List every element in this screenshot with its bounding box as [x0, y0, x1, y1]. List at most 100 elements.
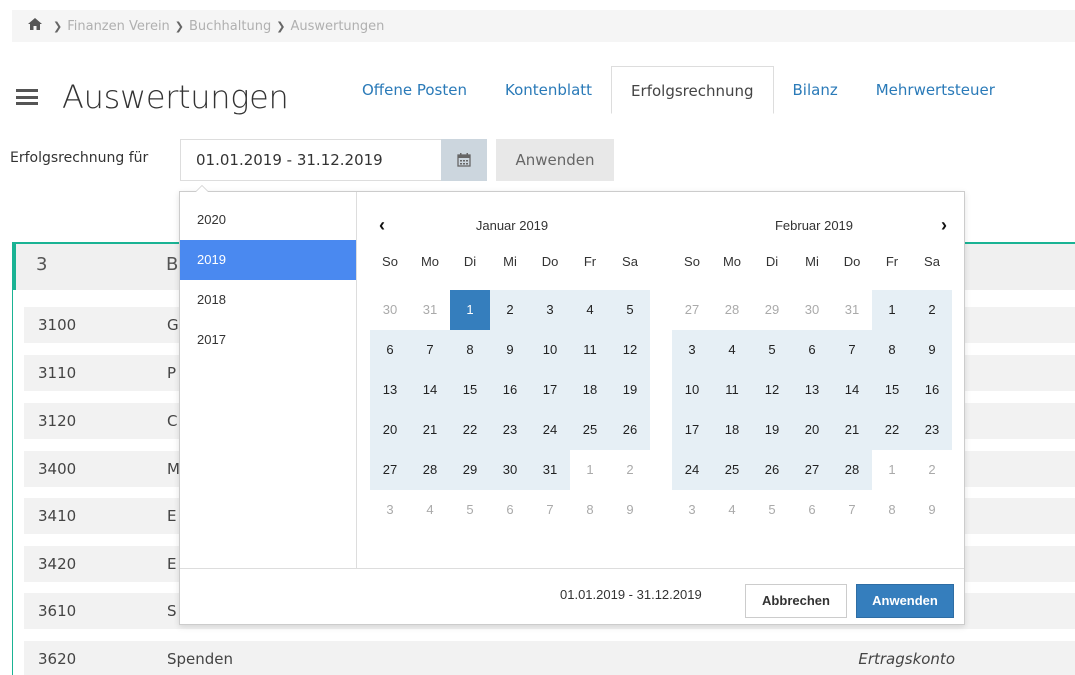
calendar-day[interactable]: 8	[570, 490, 610, 530]
calendar-day[interactable]: 3	[530, 290, 570, 330]
calendar-day[interactable]: 27	[792, 450, 832, 490]
calendar-day[interactable]: 2	[490, 290, 530, 330]
calendar-day[interactable]: 12	[610, 330, 650, 370]
range-2017[interactable]: 2017	[180, 320, 356, 360]
tab-offene-posten[interactable]: Offene Posten	[343, 66, 486, 114]
calendar-day[interactable]: 2	[610, 450, 650, 490]
breadcrumb-item-buchhaltung[interactable]: Buchhaltung	[189, 19, 271, 34]
date-range-input[interactable]: 01.01.2019 - 31.12.2019	[180, 139, 442, 181]
calendar-day[interactable]: 25	[570, 410, 610, 450]
calendar-day[interactable]: 2	[912, 290, 952, 330]
calendar-day[interactable]: 30	[370, 290, 410, 330]
calendar-day[interactable]: 1	[570, 450, 610, 490]
calendar-day[interactable]: 20	[370, 410, 410, 450]
calendar-day[interactable]: 14	[410, 370, 450, 410]
calendar-day[interactable]: 11	[570, 330, 610, 370]
calendar-day[interactable]: 8	[450, 330, 490, 370]
hamburger-menu-icon[interactable]	[16, 89, 38, 105]
calendar-day[interactable]: 4	[410, 490, 450, 530]
calendar-day[interactable]: 4	[712, 330, 752, 370]
calendar-day[interactable]: 1	[872, 450, 912, 490]
calendar-day[interactable]: 5	[752, 490, 792, 530]
calendar-day[interactable]: 13	[792, 370, 832, 410]
calendar-day[interactable]: 11	[712, 370, 752, 410]
range-2019[interactable]: 2019	[180, 240, 356, 280]
calendar-day[interactable]: 26	[610, 410, 650, 450]
calendar-day[interactable]: 9	[610, 490, 650, 530]
calendar-day[interactable]: 1	[872, 290, 912, 330]
calendar-day[interactable]: 6	[792, 330, 832, 370]
calendar-day[interactable]: 9	[912, 490, 952, 530]
range-2018[interactable]: 2018	[180, 280, 356, 320]
calendar-day[interactable]: 15	[872, 370, 912, 410]
calendar-day[interactable]: 5	[450, 490, 490, 530]
calendar-day[interactable]: 9	[912, 330, 952, 370]
calendar-day[interactable]: 7	[410, 330, 450, 370]
calendar-day[interactable]: 2	[912, 450, 952, 490]
calendar-day[interactable]: 19	[752, 410, 792, 450]
calendar-day[interactable]: 10	[530, 330, 570, 370]
calendar-day[interactable]: 3	[672, 490, 712, 530]
calendar-day[interactable]: 28	[832, 450, 872, 490]
calendar-day[interactable]: 5	[752, 330, 792, 370]
calendar-day[interactable]: 28	[712, 290, 752, 330]
calendar-day[interactable]: 31	[832, 290, 872, 330]
calendar-day[interactable]: 4	[570, 290, 610, 330]
calendar-icon[interactable]	[441, 139, 487, 181]
calendar-day[interactable]: 26	[752, 450, 792, 490]
calendar-day[interactable]: 29	[450, 450, 490, 490]
calendar-day[interactable]: 10	[672, 370, 712, 410]
calendar-day[interactable]: 6	[370, 330, 410, 370]
calendar-day[interactable]: 16	[490, 370, 530, 410]
calendar-day[interactable]: 19	[610, 370, 650, 410]
range-2020[interactable]: 2020	[180, 200, 356, 240]
calendar-day[interactable]: 24	[672, 450, 712, 490]
calendar-day[interactable]: 15	[450, 370, 490, 410]
calendar-day[interactable]: 29	[752, 290, 792, 330]
calendar-day[interactable]: 27	[672, 290, 712, 330]
tab-bilanz[interactable]: Bilanz	[774, 66, 857, 114]
apply-filter-button[interactable]: Anwenden	[496, 139, 614, 181]
tab-kontenblatt[interactable]: Kontenblatt	[486, 66, 611, 114]
calendar-day[interactable]: 23	[912, 410, 952, 450]
calendar-day[interactable]: 8	[872, 330, 912, 370]
calendar-day[interactable]: 17	[530, 370, 570, 410]
calendar-day[interactable]: 9	[490, 330, 530, 370]
calendar-day[interactable]: 18	[712, 410, 752, 450]
calendar-day[interactable]: 7	[832, 330, 872, 370]
calendar-day[interactable]: 22	[872, 410, 912, 450]
calendar-day[interactable]: 30	[490, 450, 530, 490]
calendar-day[interactable]: 21	[410, 410, 450, 450]
cancel-button[interactable]: Abbrechen	[745, 584, 847, 618]
calendar-day[interactable]: 14	[832, 370, 872, 410]
breadcrumb-item-finanzen[interactable]: Finanzen Verein	[67, 19, 170, 34]
calendar-day[interactable]: 6	[792, 490, 832, 530]
calendar-day[interactable]: 21	[832, 410, 872, 450]
calendar-day[interactable]: 5	[610, 290, 650, 330]
calendar-day[interactable]: 22	[450, 410, 490, 450]
calendar-day[interactable]: 31	[530, 450, 570, 490]
calendar-day[interactable]: 6	[490, 490, 530, 530]
table-row[interactable]: 3620 Spenden Ertragskonto	[24, 641, 1075, 675]
calendar-day[interactable]: 16	[912, 370, 952, 410]
calendar-day[interactable]: 8	[872, 490, 912, 530]
calendar-day[interactable]: 30	[792, 290, 832, 330]
calendar-day[interactable]: 1	[450, 290, 490, 330]
calendar-day[interactable]: 12	[752, 370, 792, 410]
home-icon[interactable]	[28, 18, 42, 34]
calendar-day[interactable]: 3	[370, 490, 410, 530]
calendar-day[interactable]: 28	[410, 450, 450, 490]
calendar-day[interactable]: 23	[490, 410, 530, 450]
chevron-left-icon[interactable]: ‹	[370, 210, 394, 242]
calendar-day[interactable]: 24	[530, 410, 570, 450]
calendar-day[interactable]: 25	[712, 450, 752, 490]
calendar-day[interactable]: 20	[792, 410, 832, 450]
apply-button[interactable]: Anwenden	[856, 584, 954, 618]
calendar-day[interactable]: 17	[672, 410, 712, 450]
tab-erfolgsrechnung[interactable]: Erfolgsrechnung	[611, 66, 774, 114]
calendar-day[interactable]: 27	[370, 450, 410, 490]
calendar-day[interactable]: 31	[410, 290, 450, 330]
calendar-day[interactable]: 18	[570, 370, 610, 410]
calendar-day[interactable]: 7	[530, 490, 570, 530]
calendar-day[interactable]: 3	[672, 330, 712, 370]
